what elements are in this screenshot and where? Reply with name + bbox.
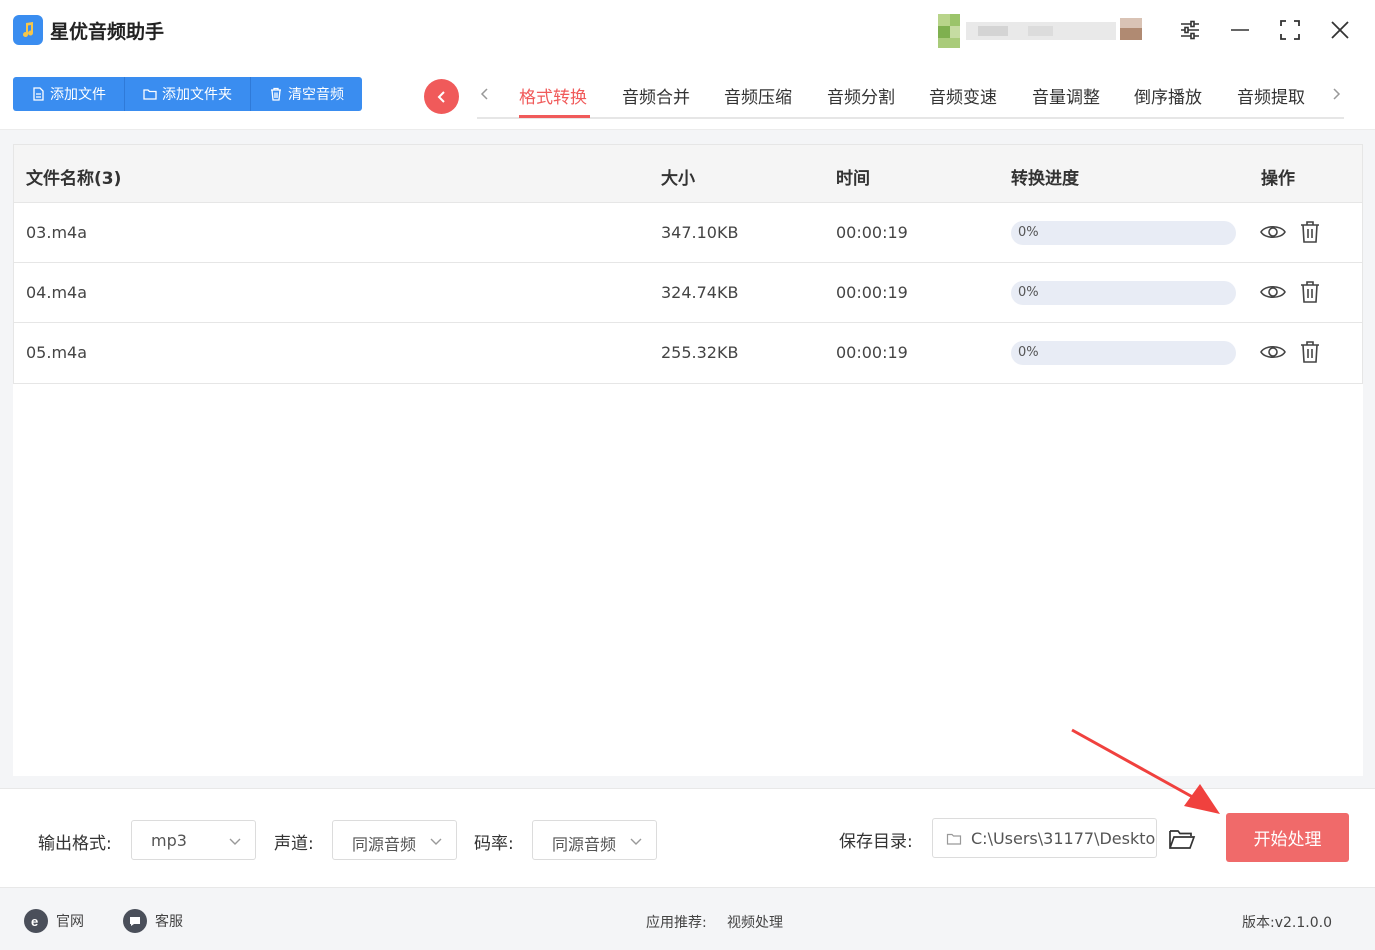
delete-trash-icon[interactable] [1297,279,1323,305]
preview-eye-icon[interactable] [1260,279,1286,305]
progress-bar: 0% [1011,341,1236,365]
tab-audio-extract[interactable]: 音频提取 [1237,83,1305,108]
output-format-value: mp3 [151,831,187,850]
active-tab-indicator [519,115,590,118]
file-size: 255.32KB [661,343,739,362]
add-folder-button[interactable]: 添加文件夹 [125,77,251,111]
version-text: 版本:v2.1.0.0 [1242,915,1332,931]
progress-bar: 0% [1011,221,1236,245]
function-tabs: 格式转换 音频合并 音频压缩 音频分割 音频变速 音量调整 倒序播放 音频提取 [477,74,1344,119]
header-file-name: 文件名称(3) [26,169,122,189]
add-file-label: 添加文件 [50,87,106,103]
trash-icon [271,87,281,101]
tab-format-convert[interactable]: 格式转换 [519,83,587,108]
file-button-group: 添加文件 添加文件夹 清空音频 [13,77,362,111]
bitrate-label: 码率: [474,834,514,854]
channel-select[interactable]: 同源音频 [332,820,457,860]
open-folder-icon[interactable] [1167,825,1197,853]
chevron-down-icon [630,838,642,845]
preview-eye-icon[interactable] [1260,219,1286,245]
add-folder-label: 添加文件夹 [162,87,232,103]
table-row[interactable]: 05.m4a 255.32KB 00:00:19 0% [14,323,1362,383]
header-time: 时间 [836,169,870,189]
file-list-panel: 文件名称(3) 大小 时间 转换进度 操作 03.m4a 347.10KB 00… [13,144,1363,776]
tab-volume-adjust[interactable]: 音量调整 [1032,83,1100,108]
folder-icon [143,89,157,100]
table-header: 文件名称(3) 大小 时间 转换进度 操作 [14,145,1362,203]
header-actions: 操作 [1261,169,1295,189]
tab-scroll-left-icon[interactable] [477,84,493,104]
chevron-left-icon [437,90,445,103]
progress-text: 0% [1018,285,1039,300]
file-name: 03.m4a [26,223,88,242]
bitrate-select[interactable]: 同源音频 [532,820,657,860]
document-icon [33,87,44,101]
folder-icon [946,833,962,845]
header-progress: 转换进度 [1011,169,1079,189]
file-duration: 00:00:19 [836,283,908,302]
tab-audio-speed[interactable]: 音频变速 [929,83,997,108]
settings-sliders-icon[interactable] [1176,16,1204,44]
delete-trash-icon[interactable] [1297,339,1323,365]
app-title: 星优音频助手 [50,21,165,43]
toolbar: 添加文件 添加文件夹 清空音频 格式转换 音频合并 音频压缩 音频分割 音频变速… [0,62,1375,130]
start-process-button[interactable]: 开始处理 [1226,813,1349,862]
website-label: 官网 [56,914,84,930]
tab-audio-compress[interactable]: 音频压缩 [724,83,792,108]
file-name: 05.m4a [26,343,88,362]
clear-audio-label: 清空音频 [288,87,344,103]
user-avatar-blurred[interactable] [938,14,1153,48]
maximize-icon[interactable] [1276,16,1304,44]
app-logo [13,15,43,45]
save-path-field[interactable]: C:\Users\31177\Desktop [932,818,1157,858]
recommend-video-link[interactable]: 视频处理 [727,912,783,932]
output-format-label: 输出格式: [38,834,112,854]
tab-audio-split[interactable]: 音频分割 [827,83,895,108]
channel-label: 声道: [274,834,314,854]
chevron-down-icon [430,838,442,845]
add-file-button[interactable]: 添加文件 [13,77,125,111]
table-row[interactable]: 03.m4a 347.10KB 00:00:19 0% [14,203,1362,263]
collapse-button[interactable] [424,79,459,114]
file-size: 324.74KB [661,283,739,302]
table-row[interactable]: 04.m4a 324.74KB 00:00:19 0% [14,263,1362,323]
recommend-label: 应用推荐: [646,915,707,931]
preview-eye-icon[interactable] [1260,339,1286,365]
save-dir-label: 保存目录: [839,832,913,852]
file-table: 文件名称(3) 大小 时间 转换进度 操作 03.m4a 347.10KB 00… [13,144,1363,384]
title-bar: 星优音频助手 [0,0,1375,62]
delete-trash-icon[interactable] [1297,219,1323,245]
file-name: 04.m4a [26,283,88,302]
chat-bubble-icon [123,909,147,933]
website-link[interactable]: e 官网 [24,909,84,933]
channel-value: 同源音频 [352,835,417,854]
clear-audio-button[interactable]: 清空音频 [251,77,362,111]
tab-scroll-right-icon[interactable] [1328,84,1344,104]
save-path-value: C:\Users\31177\Desktop [971,829,1157,848]
file-size: 347.10KB [661,223,739,242]
bitrate-value: 同源音频 [552,835,617,854]
header-size: 大小 [661,169,695,189]
browser-e-icon: e [24,909,48,933]
minimize-icon[interactable] [1226,16,1254,44]
file-duration: 00:00:19 [836,223,908,242]
svg-text:e: e [31,914,38,928]
file-duration: 00:00:19 [836,343,908,362]
progress-bar: 0% [1011,281,1236,305]
progress-text: 0% [1018,225,1039,240]
footer-bar: e 官网 客服 应用推荐: 视频处理 版本:v2.1.0.0 [0,889,1375,950]
output-format-select[interactable]: mp3 [131,820,256,860]
music-note-icon [23,22,34,38]
output-settings-bar: 输出格式: mp3 声道: 同源音频 码率: 同源音频 保存目录: C:\Use… [0,788,1375,888]
support-link[interactable]: 客服 [123,909,183,933]
chevron-down-icon [229,838,241,845]
close-icon[interactable] [1326,16,1354,44]
support-label: 客服 [155,914,183,930]
tab-audio-merge[interactable]: 音频合并 [622,83,690,108]
progress-text: 0% [1018,345,1039,360]
tab-reverse-play[interactable]: 倒序播放 [1134,83,1202,108]
